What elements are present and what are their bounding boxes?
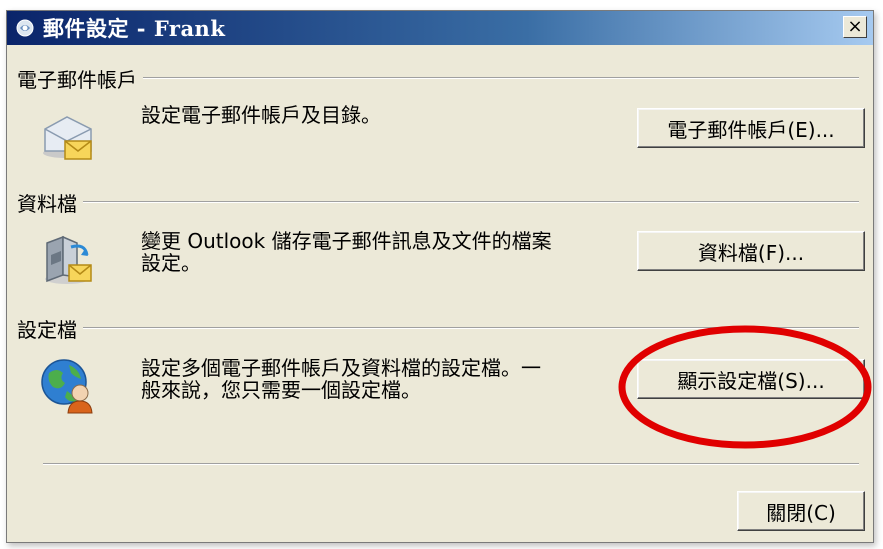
show-profiles-button[interactable]: 顯示設定檔(S)... <box>637 359 865 399</box>
section-divider <box>83 327 859 329</box>
mail-setup-dialog: 郵件設定 - Frank × 電子郵件帳戶 設定電子郵件帳戶及目錄。 電子郵件帳… <box>6 10 874 543</box>
close-icon: × <box>847 16 863 37</box>
section-divider <box>143 77 859 79</box>
email-accounts-description: 設定電子郵件帳戶及目錄。 <box>141 103 381 127</box>
profiles-description: 設定多個電子郵件帳戶及資料檔的設定檔。一 般來說，您只需要一個設定檔。 <box>141 357 541 401</box>
data-files-description-line: 變更 Outlook 儲存電子郵件訊息及文件的檔案 <box>141 229 552 253</box>
section-divider <box>83 201 859 203</box>
data-files-description: 變更 Outlook 儲存電子郵件訊息及文件的檔案 設定。 <box>141 230 552 274</box>
email-accounts-button[interactable]: 電子郵件帳戶(E)... <box>637 108 865 148</box>
profiles-heading: 設定檔 <box>17 317 77 342</box>
profiles-description-line: 設定多個電子郵件帳戶及資料檔的設定檔。一 <box>141 356 541 380</box>
envelope-icon <box>43 116 92 160</box>
title-bar[interactable]: 郵件設定 - Frank × <box>7 11 873 45</box>
data-files-button[interactable]: 資料檔(F)... <box>637 231 865 271</box>
window-title: 郵件設定 - Frank <box>43 16 226 41</box>
data-files-description-line: 設定。 <box>141 251 201 275</box>
close-window-button[interactable]: × <box>843 16 867 38</box>
profiles-section-header: 設定檔 <box>17 315 859 342</box>
data-files-section-header: 資料檔 <box>17 189 859 216</box>
profiles-description-line: 般來說，您只需要一個設定檔。 <box>141 378 421 402</box>
profile-globe-icon <box>41 359 93 414</box>
email-accounts-section-header: 電子郵件帳戶 <box>17 65 859 92</box>
close-button[interactable]: 關閉(C) <box>737 491 865 531</box>
footer-divider <box>43 463 859 465</box>
email-accounts-heading: 電子郵件帳戶 <box>17 67 137 92</box>
data-files-heading: 資料檔 <box>17 191 77 216</box>
data-file-icon <box>45 235 92 284</box>
mail-setup-icon <box>16 19 34 37</box>
